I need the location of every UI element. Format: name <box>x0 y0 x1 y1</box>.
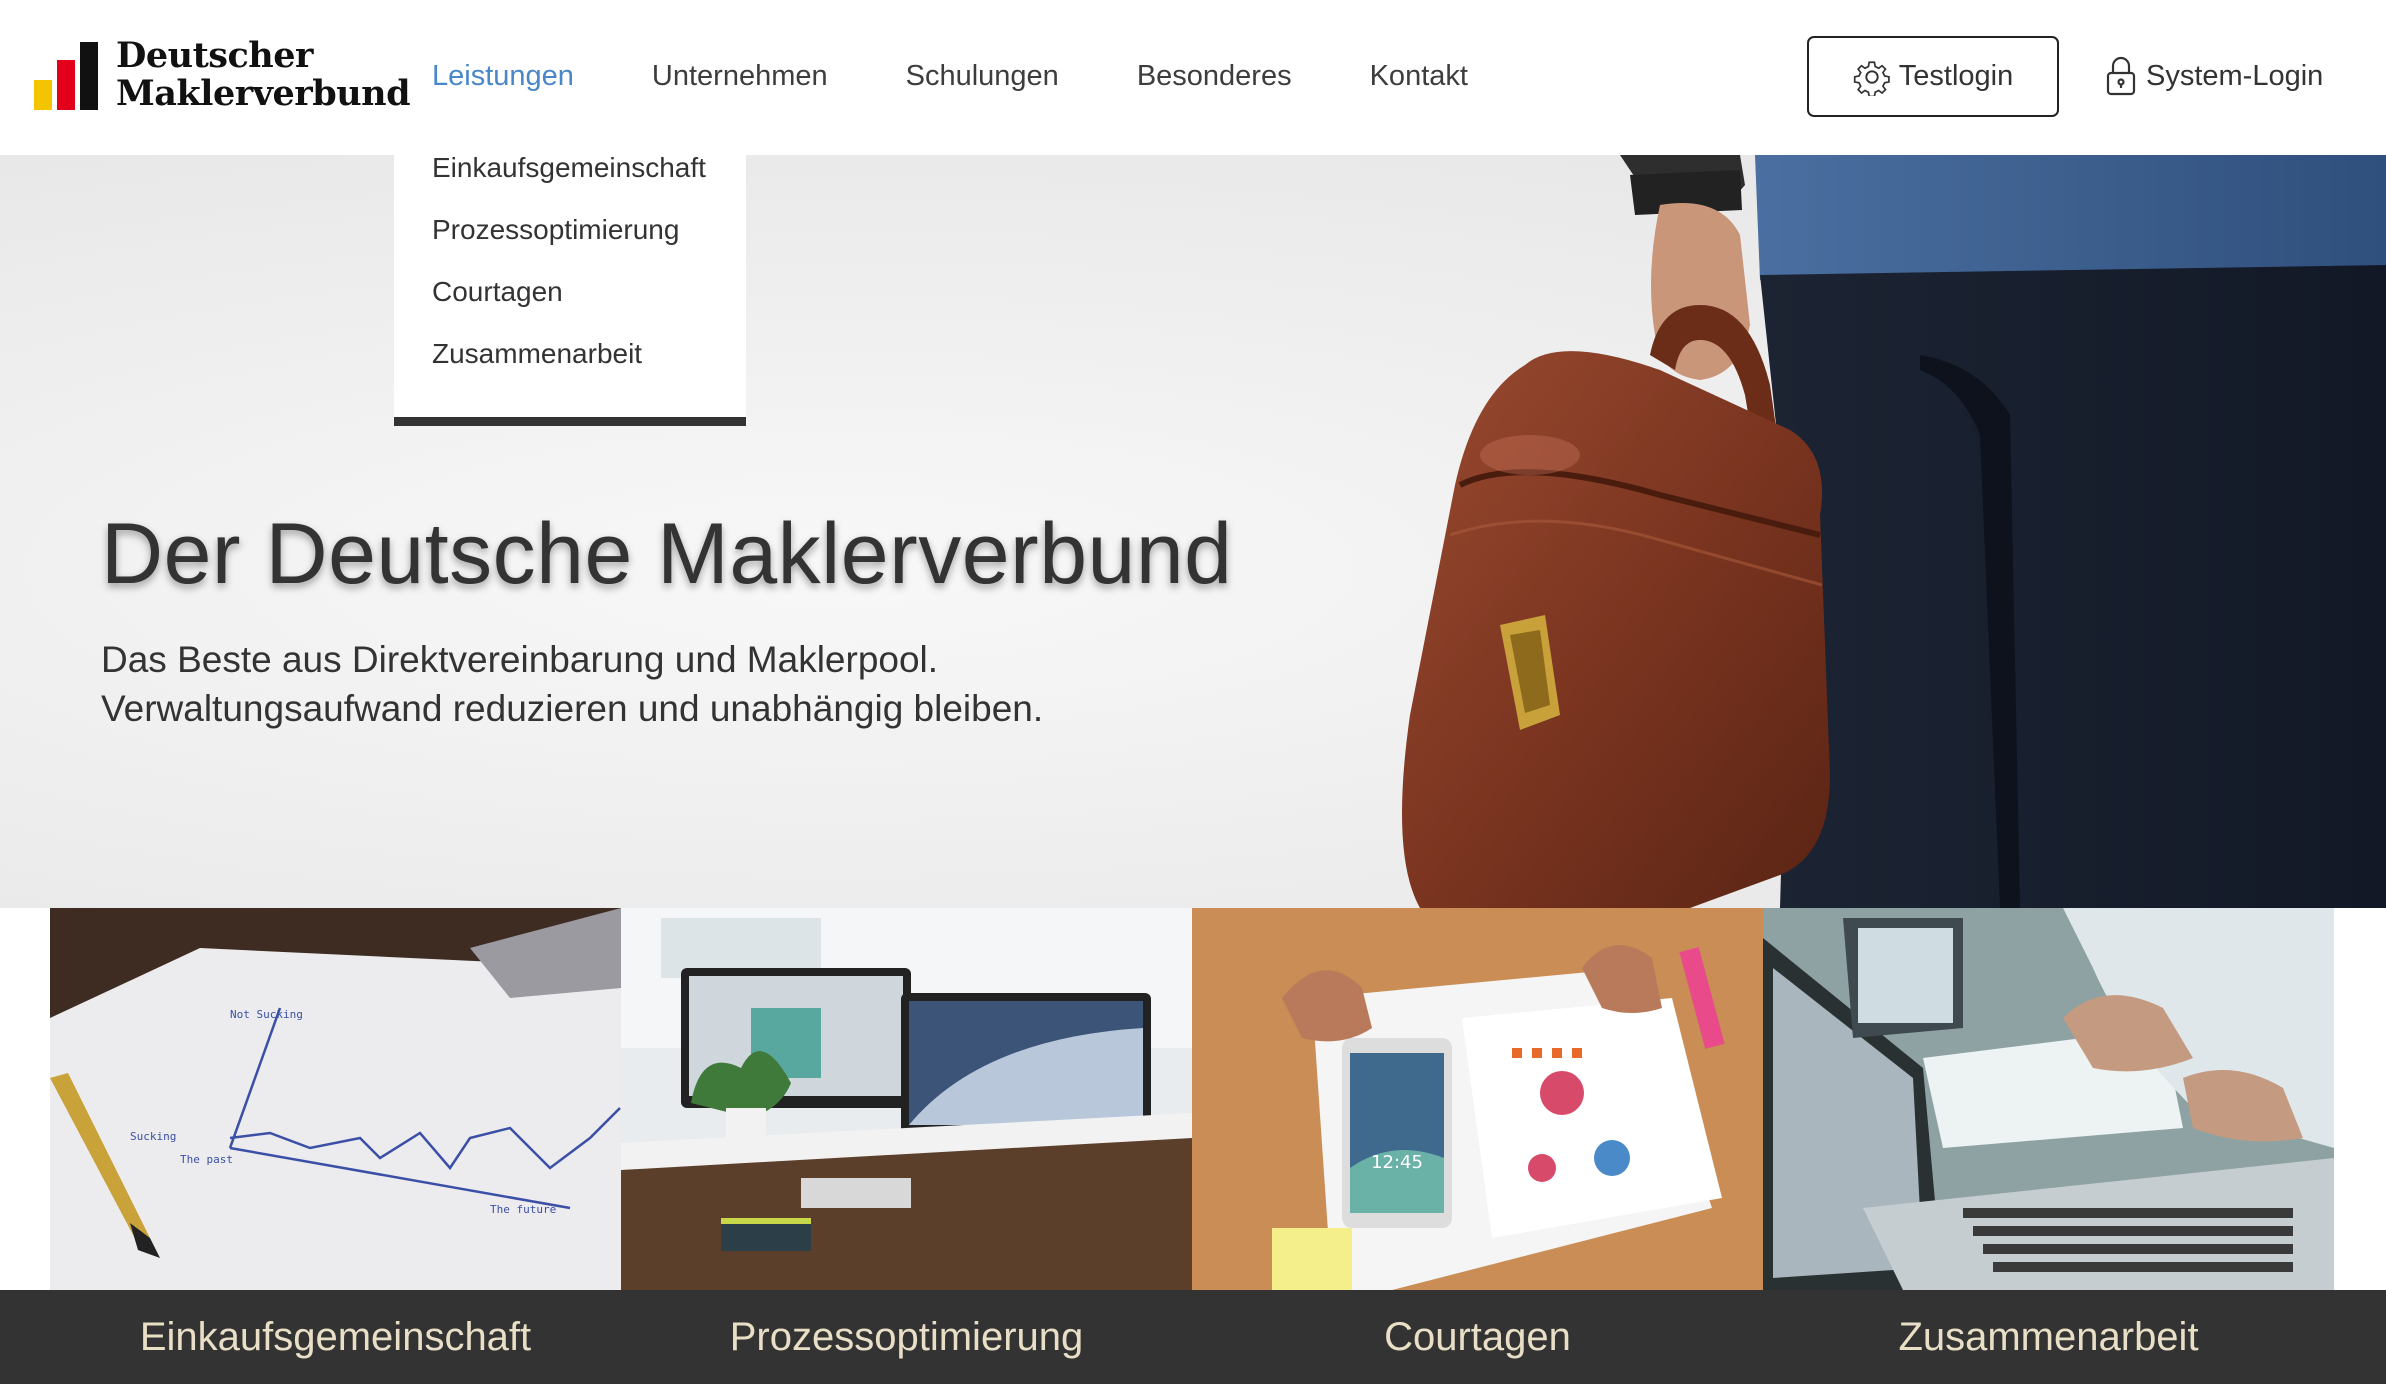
nav-item-besonderes[interactable]: Besonderes <box>1137 54 1292 98</box>
sketch-label-past: The past <box>180 1153 233 1166</box>
nav-item-unternehmen[interactable]: Unternehmen <box>652 54 828 98</box>
gear-icon <box>1853 60 1890 96</box>
logo-bar-black <box>80 42 98 110</box>
system-login-link[interactable]: System-Login <box>2104 54 2323 98</box>
main-nav: Leistungen Unternehmen Schulungen Besond… <box>432 54 1546 98</box>
sketch-label-left: Sucking <box>130 1130 176 1143</box>
laptop-teamwork-image <box>1763 908 2334 1290</box>
hero-subtitle-line2: Verwaltungsaufwand reduzieren und unabhä… <box>101 688 1044 729</box>
tile-caption-prozessoptimierung: Prozessoptimierung <box>621 1290 1192 1384</box>
dropdown-item-courtagen[interactable]: Courtagen <box>432 276 563 308</box>
tile-courtagen[interactable]: 12:45 Courtagen <box>1192 908 1763 1384</box>
logo-bar-red <box>57 60 75 110</box>
brand-logo[interactable]: Deutscher Maklerverbund <box>34 37 411 120</box>
tile-caption-zusammenarbeit: Zusammenarbeit <box>1763 1290 2334 1384</box>
service-tiles: Not Sucking Sucking The past The future … <box>50 908 2334 1384</box>
nav-item-schulungen[interactable]: Schulungen <box>906 54 1059 98</box>
system-login-label: System-Login <box>2146 59 2324 92</box>
logo-bars-icon <box>34 38 100 110</box>
nav-item-kontakt[interactable]: Kontakt <box>1370 54 1468 98</box>
brand-name-line2: Maklerverbund <box>116 73 411 114</box>
hero-subtitle-line1: Das Beste aus Direktvereinbarung und Mak… <box>101 639 939 680</box>
logo-bar-yellow <box>34 80 52 110</box>
nav-item-leistungen[interactable]: Leistungen <box>432 54 574 98</box>
hero-banner: Der Deutsche Maklerverbund Das Beste aus… <box>0 155 2386 908</box>
lock-icon <box>2106 56 2136 96</box>
leistungen-dropdown-menu: Einkaufsgemeinschaft Prozessoptimierung … <box>394 138 746 426</box>
notebook-chart-image: Not Sucking Sucking The past The future <box>50 908 621 1290</box>
sketch-label-top: Not Sucking <box>230 1008 303 1021</box>
tile-caption-courtagen: Courtagen <box>1192 1290 1763 1384</box>
desk-monitors-image <box>621 908 1192 1290</box>
tablet-charts-image: 12:45 <box>1192 908 1763 1290</box>
site-header: Deutscher Maklerverbund Leistungen Unter… <box>0 0 2386 155</box>
brand-name: Deutscher Maklerverbund <box>116 35 411 114</box>
hero-title: Der Deutsche Maklerverbund <box>101 506 1233 602</box>
dropdown-item-prozessoptimierung[interactable]: Prozessoptimierung <box>432 214 679 246</box>
dropdown-item-einkaufsgemeinschaft[interactable]: Einkaufsgemeinschaft <box>432 152 706 184</box>
testlogin-button[interactable]: Testlogin <box>1807 36 2059 117</box>
tile-zusammenarbeit[interactable]: Zusammenarbeit <box>1763 908 2334 1384</box>
dropdown-item-zusammenarbeit[interactable]: Zusammenarbeit <box>432 338 642 370</box>
tile-prozessoptimierung[interactable]: Prozessoptimierung <box>621 908 1192 1384</box>
hero-subtitle: Das Beste aus Direktvereinbarung und Mak… <box>101 635 1043 733</box>
tile-caption-einkaufsgemeinschaft: Einkaufsgemeinschaft <box>50 1290 621 1384</box>
sketch-label-future: The future <box>490 1203 556 1216</box>
testlogin-label: Testlogin <box>1898 60 2014 92</box>
tablet-time: 12:45 <box>1371 1152 1423 1173</box>
tile-einkaufsgemeinschaft[interactable]: Not Sucking Sucking The past The future … <box>50 908 621 1384</box>
hero-businessman-briefcase-image <box>1402 155 2386 908</box>
brand-name-line1: Deutscher <box>116 35 313 76</box>
